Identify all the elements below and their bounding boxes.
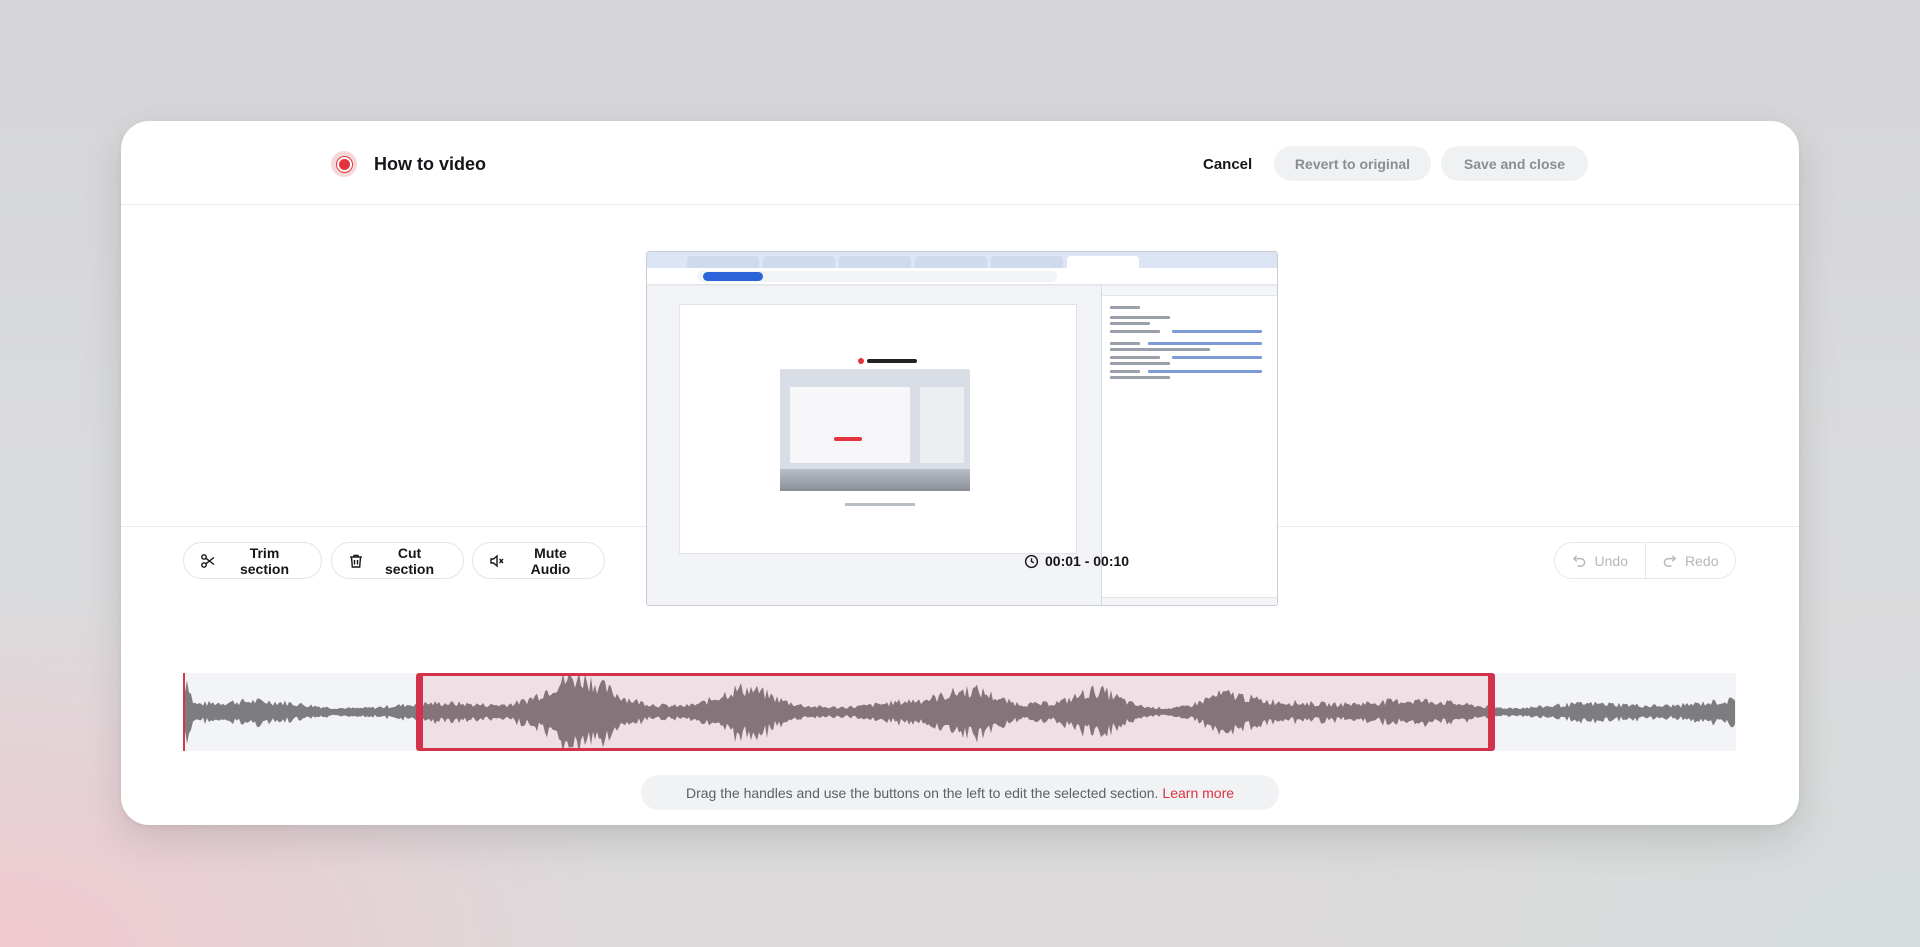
playhead[interactable] [183,673,185,751]
editor-header: How to video Cancel Revert to original S… [121,121,1799,205]
editing-hint: Drag the handles and use the buttons on … [641,775,1279,810]
trim-section-label: Trim section [239,544,289,577]
clock-icon [1024,554,1039,568]
revert-button[interactable]: Revert to original [1274,146,1431,181]
hint-text: Drag the handles and use the buttons on … [685,784,1159,801]
learn-more-link[interactable]: Learn more [1162,785,1234,801]
mute-audio-button[interactable]: Mute Audio [472,542,605,579]
undo-label: Undo [1594,552,1628,569]
preview-url-bar [647,268,1277,285]
selection-time-range: 00:01 - 00:10 [1024,550,1129,572]
selection-end-handle[interactable] [1488,673,1495,751]
undo-button[interactable]: Undo [1555,543,1645,578]
save-and-close-button[interactable]: Save and close [1441,146,1588,181]
video-editor-modal: How to video Cancel Revert to original S… [121,121,1799,825]
trash-icon [350,554,362,568]
selected-section[interactable] [416,673,1495,751]
page-title: How to video [374,154,486,174]
mute-audio-label: Mute Audio [530,544,571,577]
speaker-mute-icon [490,553,504,568]
time-range-text: 00:01 - 00:10 [1045,553,1130,569]
editor-toolbar: Trim section Cut section Mute Audio 00:0… [121,528,1799,588]
record-logo-icon [331,151,357,177]
history-controls: Undo Redo [1554,542,1736,579]
scissors-icon [201,553,215,568]
cut-section-label: Cut section [384,544,434,577]
preview-browser-tabs [647,252,1277,268]
redo-button[interactable]: Redo [1645,543,1735,578]
undo-icon [1572,555,1585,567]
selection-start-handle[interactable] [416,673,423,751]
redo-icon [1663,555,1677,567]
audio-waveform-timeline[interactable] [183,673,1736,751]
cut-section-button[interactable]: Cut section [331,542,464,579]
redo-label: Redo [1685,552,1719,569]
cancel-button[interactable]: Cancel [1191,147,1264,181]
trim-section-button[interactable]: Trim section [183,542,322,579]
